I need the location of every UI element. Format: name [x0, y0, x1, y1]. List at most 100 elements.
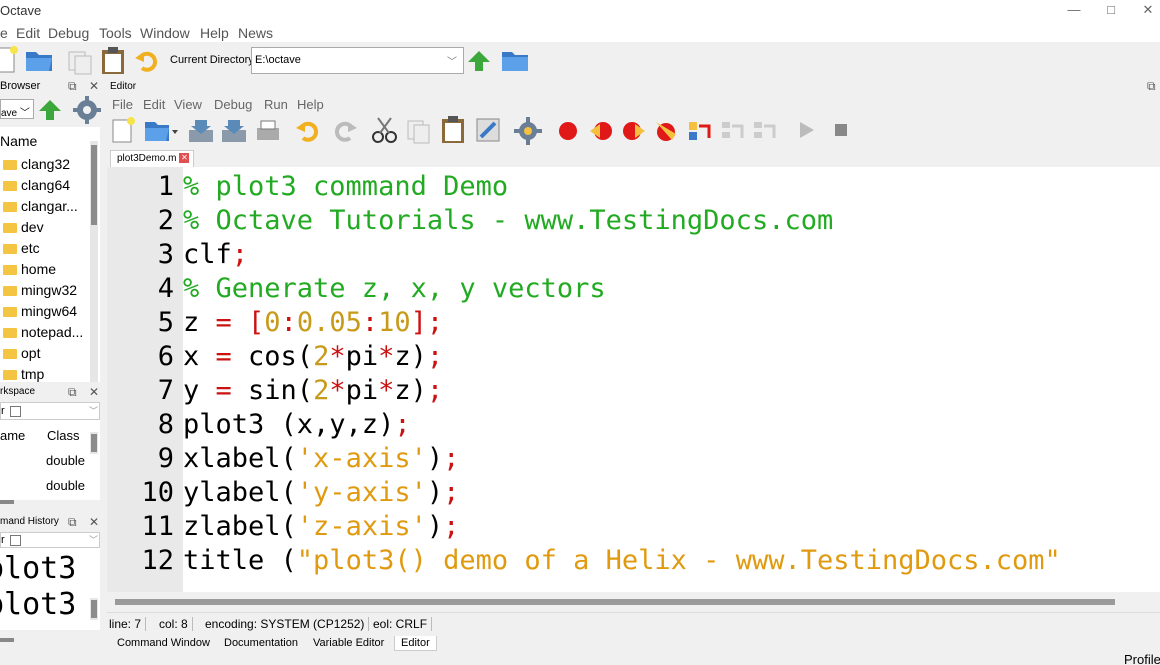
file-browser-path-select[interactable]: ave ﹀	[0, 99, 34, 119]
go-up-icon[interactable]	[466, 49, 494, 77]
run-record-icon[interactable]	[556, 119, 584, 147]
find-icon[interactable]	[475, 117, 503, 145]
chevron-down-icon[interactable]: ﹀	[89, 533, 98, 546]
workspace-hscroll-thumb[interactable]	[0, 500, 14, 504]
list-item[interactable]: clang32	[0, 156, 70, 177]
menu-help[interactable]: Help	[200, 25, 229, 41]
go-up-icon[interactable]	[37, 98, 63, 125]
scrollbar-thumb[interactable]	[115, 599, 1115, 605]
open-folder-icon[interactable]	[24, 46, 52, 74]
close-icon[interactable]: ✕	[89, 385, 99, 399]
undock-icon[interactable]: ⧉	[1147, 79, 1156, 94]
new-file-icon[interactable]	[111, 116, 139, 144]
menu-edit[interactable]: Edit	[16, 25, 40, 41]
stop-icon[interactable]	[833, 122, 861, 150]
code-token: 'z-axis'	[296, 511, 427, 542]
command-history-hscroll-thumb[interactable]	[0, 638, 14, 642]
file-browser-scrollbar[interactable]	[90, 141, 98, 382]
workspace-column-name[interactable]: ame	[0, 428, 25, 443]
close-button[interactable]: ✕	[1138, 2, 1158, 18]
copy-icon[interactable]	[66, 48, 94, 76]
menu-news[interactable]: News	[238, 25, 273, 41]
list-item[interactable]: home	[0, 261, 56, 282]
list-item[interactable]: mingw32	[0, 282, 77, 303]
filter-checkbox[interactable]	[10, 535, 21, 546]
list-item[interactable]: dev	[0, 219, 44, 240]
scrollbar-thumb[interactable]	[91, 600, 97, 618]
editor-menu-help[interactable]: Help	[297, 97, 324, 112]
list-item[interactable]: etc	[0, 240, 40, 261]
tab-documentation[interactable]: Documentation	[218, 636, 304, 650]
menu-window[interactable]: Window	[140, 25, 190, 41]
undock-icon[interactable]: ⧉	[68, 515, 77, 530]
menu-debug[interactable]: Debug	[48, 25, 89, 41]
browse-directory-icon[interactable]	[500, 48, 528, 76]
open-folder-icon[interactable]	[143, 116, 178, 144]
previous-breakpoint-icon[interactable]	[588, 119, 616, 147]
step-out-icon[interactable]	[752, 118, 780, 146]
scrollbar-thumb[interactable]	[91, 434, 97, 452]
editor-menu-view[interactable]: View	[174, 97, 202, 112]
workspace-scrollbar[interactable]	[90, 432, 98, 454]
paste-icon[interactable]	[100, 46, 128, 74]
editor-menu-edit[interactable]: Edit	[143, 97, 165, 112]
gear-icon[interactable]	[72, 96, 102, 127]
copy-icon[interactable]	[405, 118, 433, 146]
step-in-icon[interactable]	[720, 118, 748, 146]
list-item[interactable]: clang64	[0, 177, 70, 198]
tab-editor[interactable]: Editor	[394, 636, 437, 651]
save-icon[interactable]	[187, 116, 215, 144]
undo-icon[interactable]	[295, 118, 323, 146]
print-icon[interactable]	[254, 116, 282, 144]
settings-gear-icon[interactable]	[514, 117, 542, 145]
list-item[interactable]: tmp	[0, 366, 44, 382]
window-title: Octave	[0, 3, 42, 18]
command-history-filter[interactable]: r ﹀	[0, 532, 100, 548]
paste-icon[interactable]	[440, 115, 468, 143]
new-script-icon[interactable]	[0, 46, 22, 74]
undock-icon[interactable]: ⧉	[68, 385, 77, 400]
chevron-down-icon[interactable]: ﹀	[447, 53, 457, 68]
scrollbar-thumb[interactable]	[91, 145, 97, 225]
menu-file[interactable]: e	[0, 25, 8, 41]
step-icon[interactable]	[687, 118, 715, 146]
undock-icon[interactable]: ⧉	[68, 79, 77, 94]
editor-menu-run[interactable]: Run	[264, 97, 288, 112]
chevron-down-icon[interactable]: ﹀	[89, 404, 98, 417]
list-item[interactable]: plot3	[0, 588, 76, 622]
editor-menu-debug[interactable]: Debug	[214, 97, 252, 112]
close-tab-icon[interactable]: ✕	[179, 153, 190, 163]
tab-command-window[interactable]: Command Window	[111, 636, 216, 650]
list-item[interactable]: notepad...	[0, 324, 83, 345]
filter-checkbox[interactable]	[10, 406, 21, 417]
maximize-button[interactable]: □	[1101, 2, 1121, 17]
minimize-button[interactable]: —	[1064, 2, 1084, 17]
cut-icon[interactable]	[371, 116, 399, 144]
editor-menu-file[interactable]: File	[112, 97, 133, 112]
name-column-header[interactable]: Name	[0, 133, 37, 149]
command-history-title: mand History	[0, 516, 59, 527]
current-directory-input[interactable]: E:\octave ﹀	[251, 47, 464, 74]
redo-icon[interactable]	[332, 118, 360, 146]
command-history-scrollbar[interactable]	[90, 598, 98, 620]
continue-icon[interactable]	[797, 120, 825, 148]
line-number: 11	[141, 511, 174, 542]
close-icon[interactable]: ✕	[89, 515, 99, 529]
editor-horizontal-scrollbar[interactable]	[107, 592, 1160, 612]
close-icon[interactable]: ✕	[89, 79, 99, 93]
list-item[interactable]: mingw64	[0, 303, 77, 324]
list-item[interactable]: plot3	[0, 552, 76, 586]
code-token: 'y-axis'	[296, 477, 427, 508]
clear-breakpoints-icon[interactable]	[654, 118, 682, 146]
save-as-icon[interactable]	[220, 116, 248, 144]
next-breakpoint-icon[interactable]	[621, 119, 649, 147]
list-item[interactable]: opt	[0, 345, 40, 366]
menu-tools[interactable]: Tools	[99, 25, 132, 41]
tab-variable-editor[interactable]: Variable Editor	[307, 636, 390, 650]
list-item[interactable]: clangar...	[0, 198, 78, 219]
tab-plot3demo[interactable]: plot3Demo.m ✕	[110, 150, 195, 167]
undo-icon[interactable]	[134, 48, 162, 76]
code-editor[interactable]: 1 % plot3 command Demo 2 % Octave Tutorials…	[107, 167, 1160, 592]
workspace-column-class[interactable]: Class	[47, 428, 80, 443]
workspace-filter[interactable]: r ﹀	[0, 402, 100, 420]
